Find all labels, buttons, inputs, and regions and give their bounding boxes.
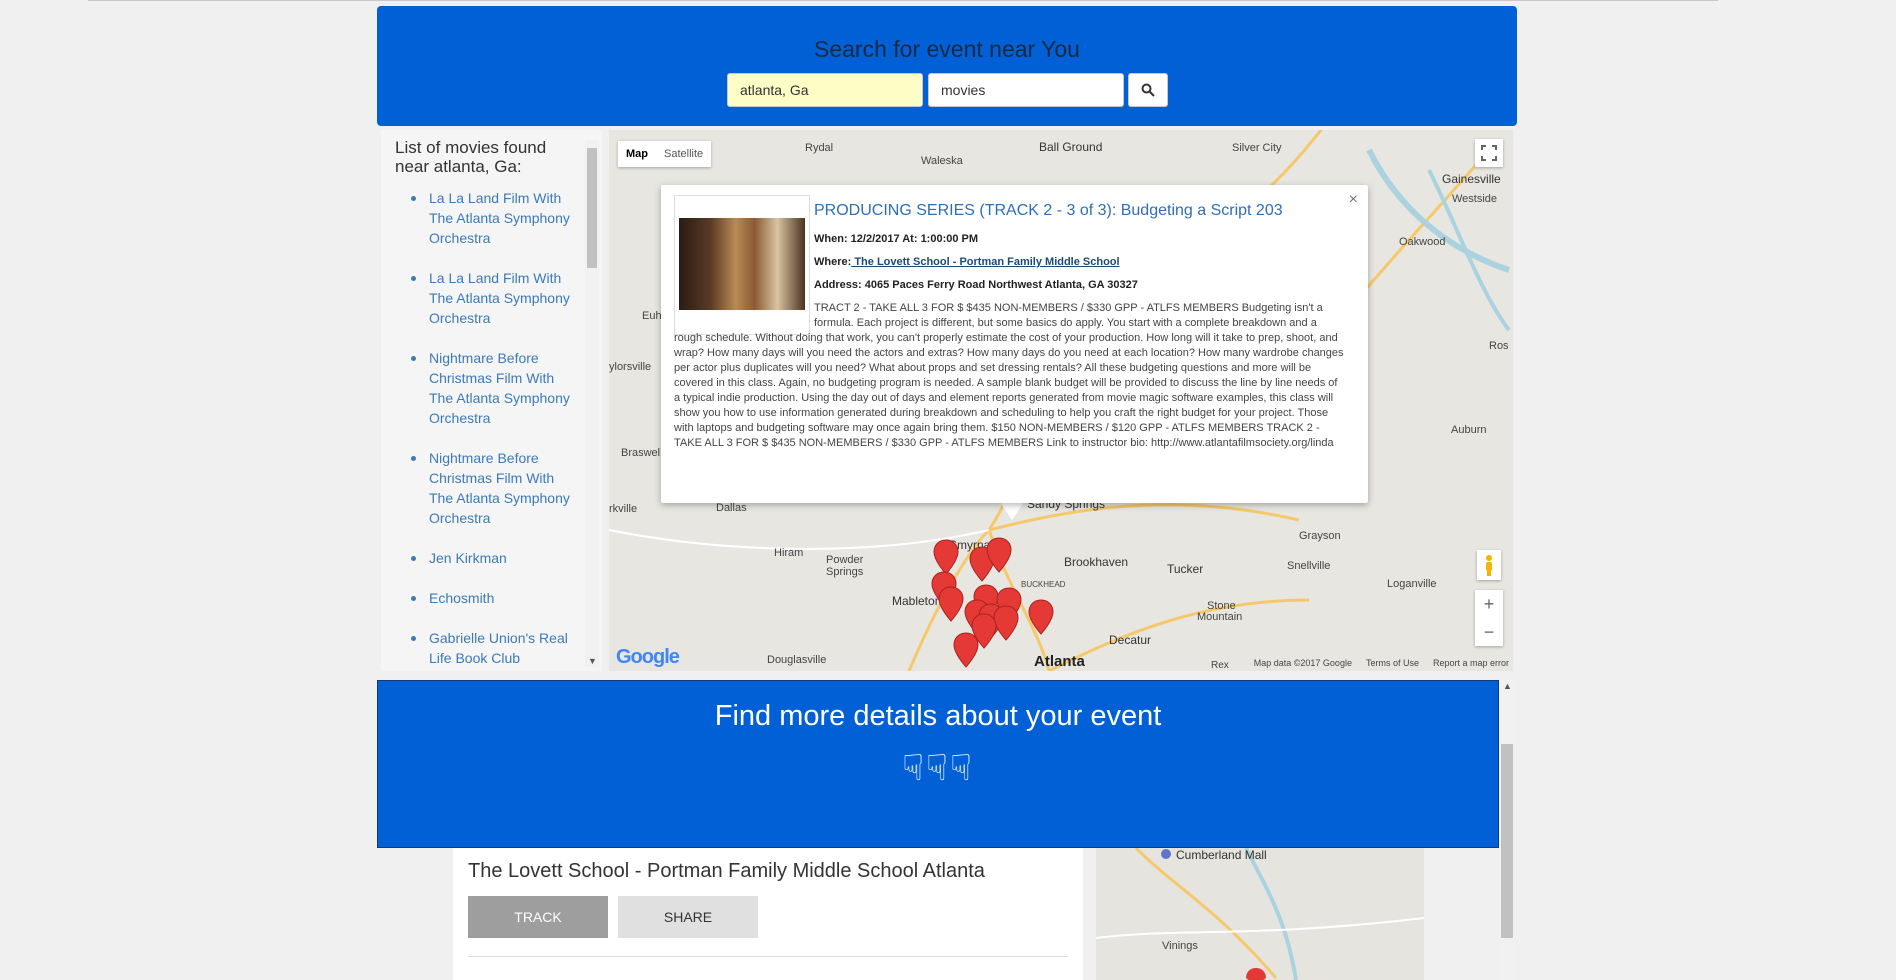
pointing-down-icon: ☟☟☟ [902,747,974,788]
scroll-up-icon[interactable]: ▲ [1503,681,1512,691]
event-title[interactable]: PRODUCING SERIES (TRACK 2 - 3 of 3): Bud… [814,202,1283,220]
float-spacer [674,301,814,331]
details-title: Find more details about your event [714,700,1162,732]
scroll-down-icon[interactable]: ▼ [588,656,597,666]
page-scroll-thumb[interactable] [1501,744,1513,938]
street-view-pegman[interactable] [1477,550,1501,580]
results-sidebar: List of movies found near atlanta, Ga: L… [381,130,602,671]
results-list: La La Land Film With The Atlanta Symphon… [411,188,571,671]
sidebar-scroll-thumb[interactable] [587,148,597,268]
map-label: Vinings [1162,940,1198,952]
result-item[interactable]: Jen Kirkman [411,548,571,568]
page-scrollbar[interactable]: ▲ [1500,680,1514,980]
event-where: Where: The Lovett School - Portman Famil… [814,256,1120,268]
divider [468,956,1068,957]
map-label: Cumberland Mall [1176,848,1267,862]
details-banner: Find more details about your event ☟☟☟ [377,680,1499,848]
map-data-credit: Map data ©2017 Google [1253,658,1352,668]
result-item[interactable]: Echosmith [411,588,571,608]
fullscreen-icon [1481,145,1497,161]
event-when: When: 12/2/2017 At: 1:00:00 PM [814,233,979,245]
result-item[interactable]: La La Land Film With The Atlanta Symphon… [411,268,571,328]
map-type-satellite-button[interactable]: Satellite [656,141,711,167]
event-description-box: TRACT 2 - TAKE ALL 3 FOR $ $435 NON-MEMB… [674,301,1344,451]
event-infowindow: × PRODUCING SERIES (TRACK 2 - 3 of 3): B… [661,185,1368,503]
event-photo [679,218,805,310]
minimap-roads [1096,848,1424,980]
zoom-control: + − [1475,590,1503,646]
event-venue-link[interactable]: The Lovett School - Portman Family Middl… [851,256,1119,268]
terms-link[interactable]: Terms of Use [1366,658,1419,668]
search-button[interactable] [1128,73,1168,107]
location-input[interactable] [727,73,923,107]
search-header: Search for event near You [377,6,1517,126]
venue-minimap[interactable]: Cumberland Mall Vinings [1096,848,1424,980]
result-item[interactable]: Nightmare Before Christmas Film With The… [411,348,571,428]
share-button[interactable]: SHARE [618,896,758,938]
venue-title: The Lovett School - Portman Family Middl… [468,860,985,882]
event-address: Address: 4065 Paces Ferry Road Northwest… [814,279,1138,291]
results-title: List of movies found near atlanta, Ga: [395,138,547,176]
map-attribution: Map data ©2017 Google Terms of Use Repor… [1254,658,1509,668]
pegman-icon [1486,555,1492,576]
top-divider [88,0,1718,1]
search-icon [1141,83,1155,97]
map-type-map-button[interactable]: Map [618,141,656,167]
google-logo: Google [616,646,680,668]
marker-icon [931,537,1054,668]
zoom-out-button[interactable]: − [1475,618,1503,646]
report-error-link[interactable]: Report a map error [1433,658,1509,668]
fullscreen-button[interactable] [1475,139,1503,167]
keyword-input[interactable] [928,73,1124,107]
track-button[interactable]: TRACK [468,896,608,938]
sidebar-scrollbar[interactable]: ▼ [585,140,599,667]
zoom-in-button[interactable]: + [1475,590,1503,618]
search-title: Search for event near You [814,36,1080,62]
close-icon[interactable]: × [1349,191,1358,209]
event-where-label: Where: [814,256,852,268]
result-item[interactable]: La La Land Film With The Atlanta Symphon… [411,188,571,248]
event-detail-card: The Lovett School - Portman Family Middl… [453,848,1083,980]
result-item[interactable]: Nightmare Before Christmas Film With The… [411,448,571,528]
result-item[interactable]: Gabrielle Union's Real Life Book Club [411,628,571,668]
map-type-control: Map Satellite [618,141,712,167]
infowindow-tail [1000,502,1024,520]
